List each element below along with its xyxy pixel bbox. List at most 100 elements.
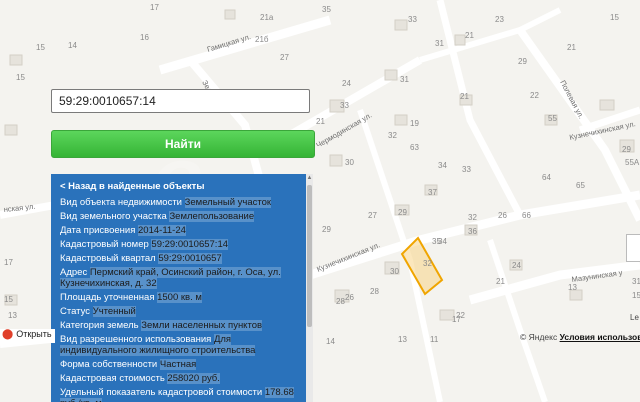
result-row: Категория земель Земли населенных пункто… [51,318,307,332]
svg-text:21б: 21б [255,35,269,44]
result-row-value: 59:29:0010657:14 [151,238,229,250]
svg-text:33: 33 [408,15,417,24]
result-row-label: Вид разрешенного использования [60,333,212,345]
svg-text:36: 36 [468,227,477,236]
result-row-value: 2014-11-24 [138,224,186,236]
svg-text:21: 21 [460,92,469,101]
svg-text:63: 63 [410,143,419,152]
svg-text:30: 30 [345,158,354,167]
svg-text:21: 21 [496,277,505,286]
svg-text:30: 30 [390,267,399,276]
result-row-value: Частная [159,358,197,370]
svg-text:13: 13 [398,335,407,344]
result-row-value: 1500 кв. м [157,291,202,303]
result-row: Вид разрешенного использования Для индив… [51,332,307,357]
svg-text:15: 15 [4,295,13,304]
result-row: Форма собственности Частная [51,357,307,371]
svg-text:23: 23 [495,15,504,24]
svg-text:64: 64 [542,173,551,182]
find-button[interactable]: Найти [51,130,315,158]
result-row-value: Земли населенных пунктов [141,319,263,331]
result-row: Кадастровая стоимость 258020 руб. [51,371,307,385]
svg-text:24: 24 [342,79,351,88]
svg-text:27: 27 [368,211,377,220]
svg-text:29: 29 [398,208,407,217]
svg-text:33: 33 [462,165,471,174]
svg-text:29: 29 [322,225,331,234]
svg-text:15: 15 [36,43,45,52]
svg-text:32: 32 [388,131,397,140]
svg-text:31: 31 [435,39,444,48]
result-row: Адрес Пермский край, Осинский район, г. … [51,265,307,290]
svg-text:26: 26 [498,211,507,220]
result-row: Кадастровый номер 59:29:0010657:14 [51,237,307,251]
back-to-results-link[interactable]: < Назад в найденные объекты [51,174,307,195]
result-row-label: Адрес [60,266,88,278]
svg-text:66: 66 [522,211,531,220]
svg-text:55А: 55А [625,158,640,167]
terms-link[interactable]: Условия использова [560,332,640,342]
map-credits: © Яндекс Условия использова [520,332,640,342]
result-row-value: Землепользование [169,210,255,222]
svg-text:17: 17 [4,258,13,267]
result-panel: < Назад в найденные объекты Вид объекта … [51,174,307,402]
svg-text:34: 34 [438,161,447,170]
svg-text:35: 35 [322,5,331,14]
scroll-up-arrow-icon[interactable]: ▲ [306,174,313,182]
result-row: Площадь уточненная 1500 кв. м [51,290,307,304]
svg-text:21: 21 [316,117,325,126]
svg-text:55: 55 [548,114,557,123]
result-row-value: Пермский край, Осинский район, г. Оса, у… [60,266,281,289]
svg-text:24: 24 [512,261,521,270]
svg-text:37: 37 [428,188,437,197]
result-row-value: Учтенный [92,305,136,317]
svg-text:21: 21 [567,43,576,52]
layers-icon[interactable] [626,234,640,262]
svg-text:14: 14 [326,337,335,346]
svg-text:17: 17 [452,315,461,324]
result-row-value: 59:29:0010657 [158,252,222,264]
svg-text:27: 27 [280,53,289,62]
result-rows: Вид объекта недвижимости Земельный участ… [51,195,307,402]
svg-text:31: 31 [400,75,409,84]
result-row-label: Дата присвоения [60,224,136,236]
svg-text:21а: 21а [260,13,274,22]
svg-text:19: 19 [410,119,419,128]
svg-text:14: 14 [68,41,77,50]
result-row-label: Кадастровый номер [60,238,149,250]
svg-text:21: 21 [465,31,474,40]
parcel-number: 32 [423,259,432,268]
result-row: Вид объекта недвижимости Земельный участ… [51,195,307,209]
svg-text:22: 22 [530,91,539,100]
result-row-label: Удельный показатель кадастровой стоимост… [60,386,263,398]
result-row: Кадастровый квартал 59:29:0010657 [51,251,307,265]
svg-text:32: 32 [468,213,477,222]
svg-text:13: 13 [568,283,577,292]
svg-text:29: 29 [518,57,527,66]
cadastral-number-input[interactable] [51,89,310,113]
result-row-label: Площадь уточненная [60,291,155,303]
svg-text:17: 17 [150,3,159,12]
svg-text:15: 15 [610,13,619,22]
panel-scrollbar-thumb[interactable] [307,185,312,327]
result-row: Статус Учтенный [51,304,307,318]
svg-text:15: 15 [16,73,25,82]
result-row: Дата присвоения 2014-11-24 [51,223,307,237]
result-row-value: 258020 руб. [167,372,220,384]
svg-text:33: 33 [340,101,349,110]
svg-text:28: 28 [370,287,379,296]
result-row-value: Земельный участок [184,196,272,208]
result-row-label: Форма собственности [60,358,158,370]
result-row-label: Вид объекта недвижимости [60,196,182,208]
result-row: Вид земельного участка Землепользование [51,209,307,223]
svg-text:65: 65 [576,181,585,190]
zoom-hint: Le [630,313,639,322]
result-row: Удельный показатель кадастровой стоимост… [51,385,307,402]
svg-text:13: 13 [8,311,17,320]
result-row-label: Вид земельного участка [60,210,167,222]
result-row-label: Кадастровый квартал [60,252,156,264]
svg-text:16: 16 [140,33,149,42]
result-row-label: Статус [60,305,91,317]
open-in-yandex-link[interactable]: ⬤ Открыть [0,329,55,343]
svg-text:15: 15 [632,291,640,300]
